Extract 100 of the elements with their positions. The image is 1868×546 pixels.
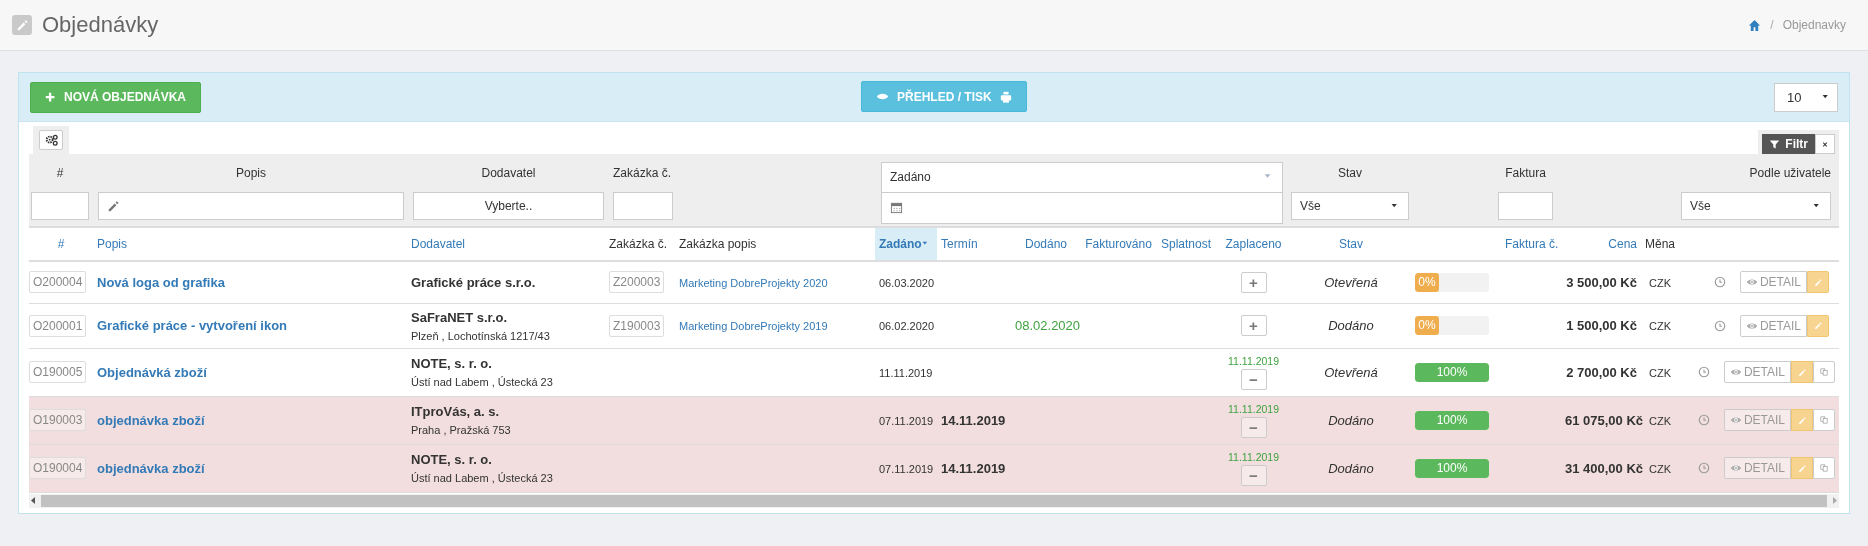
print-icon (999, 90, 1012, 103)
calendar-icon (890, 201, 903, 215)
filter-button[interactable]: Filtr (1762, 134, 1815, 154)
detail-button[interactable]: DETAIL (1739, 271, 1807, 294)
supplier-name: Grafické práce s.r.o. (411, 274, 537, 290)
order-status: Dodáno (1328, 412, 1374, 428)
created-date: 11.11.2019 (879, 366, 933, 379)
order-status: Dodáno (1328, 318, 1374, 333)
payment-toggle-button[interactable]: − (1240, 416, 1267, 438)
filter-label: Dodavatel (480, 165, 537, 182)
pencil-icon (1798, 414, 1806, 426)
breadcrumb-link[interactable]: Objednavky (1782, 18, 1846, 32)
edit-button[interactable] (1791, 409, 1813, 431)
payment-toggle-button[interactable]: + (1240, 271, 1267, 293)
progress-label: 0% (1415, 316, 1439, 335)
delivered-date: 08.02.2020 (1015, 318, 1081, 333)
clock-icon (1713, 276, 1726, 289)
payment-toggle-button[interactable]: − (1240, 368, 1267, 390)
project-link[interactable]: Marketing DobreProjekty 2020 (679, 276, 828, 289)
pencil-icon (1798, 462, 1806, 474)
column-header[interactable]: Zaplaceno (1225, 237, 1282, 251)
page-title: Objednávky (42, 12, 160, 38)
payment-toggle-button[interactable]: − (1240, 464, 1267, 486)
filter-input[interactable] (1498, 192, 1553, 220)
created-date: 06.02.2020 (879, 320, 935, 332)
supplier-select[interactable]: Vyberte.. (413, 192, 604, 220)
copy-icon (1820, 462, 1828, 474)
column-header[interactable]: # (57, 237, 65, 251)
column-settings-button[interactable] (39, 130, 63, 150)
column-header[interactable]: Dodáno (1024, 237, 1067, 251)
clock-icon (1697, 366, 1710, 378)
order-title-link[interactable]: Objednávká zboží (97, 364, 207, 380)
new-order-button[interactable]: NOVÁ OBJEDNÁVKA (30, 81, 201, 113)
detail-button[interactable]: DETAIL (1739, 314, 1807, 337)
detail-button[interactable]: DETAIL (1723, 361, 1791, 383)
home-icon[interactable] (1748, 18, 1762, 32)
close-icon (1822, 139, 1828, 149)
horizontal-scrollbar[interactable] (29, 493, 1839, 508)
clear-filter-button[interactable] (1815, 134, 1835, 154)
created-date: 06.03.2020 (879, 276, 935, 289)
deadline-date: 14.11.2019 (941, 412, 1006, 428)
order-status: Otevřená (1324, 274, 1378, 290)
supplier-address: Praha , Pražská 753 (411, 424, 512, 436)
progress-label: 100% (1435, 363, 1469, 381)
edit-button[interactable] (1791, 361, 1813, 383)
detail-button[interactable]: DETAIL (1723, 409, 1791, 431)
order-number: O200001 (29, 314, 87, 337)
copy-button[interactable] (1813, 361, 1835, 383)
column-header[interactable]: Popis (97, 237, 128, 251)
column-header[interactable]: Stav (1339, 237, 1363, 251)
sorted-column-header[interactable]: Zadáno (875, 228, 937, 261)
scroll-left-icon[interactable] (29, 496, 37, 505)
project-number: Z200003 (609, 271, 665, 294)
filter-label: Stav (1337, 165, 1363, 182)
project-link[interactable]: Marketing DobreProjekty 2019 (679, 320, 828, 332)
supplier-name: NOTE, s. r. o. (411, 356, 493, 371)
scroll-right-icon[interactable] (1831, 496, 1839, 505)
column-header[interactable]: Faktura č. (1505, 237, 1559, 251)
currency-code: CZK (1649, 366, 1671, 379)
copy-icon (1820, 414, 1828, 426)
page-size-select[interactable]: 10 (1774, 82, 1838, 112)
order-title-link[interactable]: Grafické práce - vytvoření ikon (97, 318, 288, 333)
order-number: O190005 (29, 361, 87, 383)
edit-button[interactable] (1807, 314, 1829, 337)
filter-label: Faktura (1504, 165, 1547, 182)
paid-date: 11.11.2019 (1227, 354, 1280, 367)
order-title-link[interactable]: objednávka zboží (97, 412, 205, 428)
column-header[interactable]: Splatnost (1160, 237, 1211, 251)
detail-button[interactable]: DETAIL (1723, 457, 1791, 479)
deadline-date: 14.11.2019 (941, 460, 1006, 476)
filter-input[interactable] (98, 192, 404, 220)
paid-date: 11.11.2019 (1227, 450, 1280, 463)
column-header: Zakázka č. (609, 237, 668, 251)
order-price: 2 700,00 Kč (1566, 364, 1637, 380)
copy-button[interactable] (1813, 457, 1835, 479)
filter-label: Popis (235, 165, 267, 182)
order-title-link[interactable]: objednávka zboží (97, 460, 205, 476)
payment-toggle-button[interactable]: + (1240, 315, 1267, 336)
filter-select[interactable]: Vše (1291, 192, 1409, 220)
column-header[interactable]: Dodavatel (411, 237, 466, 251)
currency-code: CZK (1649, 276, 1671, 289)
column-header[interactable]: Cena (1608, 237, 1637, 251)
column-header[interactable]: Termín (941, 237, 978, 251)
order-title-link[interactable]: Nová loga od grafika (97, 274, 225, 290)
edit-button[interactable] (1807, 271, 1829, 294)
edit-button[interactable] (1791, 457, 1813, 479)
copy-button[interactable] (1813, 409, 1835, 431)
paid-date: 11.11.2019 (1227, 402, 1280, 415)
date-range-filter[interactable]: Zadáno (881, 162, 1283, 224)
filter-input[interactable] (31, 192, 89, 220)
column-header[interactable]: Fakturováno (1085, 237, 1152, 251)
order-number: O200004 (29, 271, 87, 294)
supplier-name: NOTE, s. r. o. (411, 452, 493, 467)
supplier-name: ITproVás, a. s. (411, 404, 501, 419)
filter-select[interactable]: Vše (1681, 192, 1831, 220)
order-price: 3 500,00 Kč (1566, 274, 1637, 290)
filter-input[interactable] (613, 192, 673, 220)
order-status: Dodáno (1328, 460, 1374, 476)
project-number: Z190003 (609, 314, 665, 337)
supplier-address: Ústí nad Labem , Ústecká 23 (411, 376, 554, 388)
